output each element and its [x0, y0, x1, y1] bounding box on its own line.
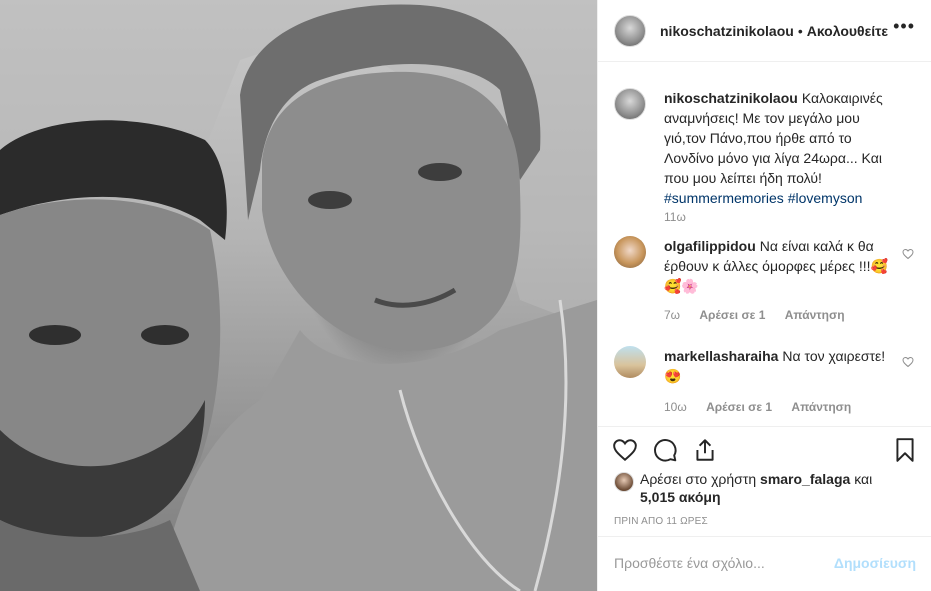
reply-button[interactable]: Απάντηση	[791, 400, 851, 414]
author-username[interactable]: nikoschatzinikolaou	[660, 23, 794, 39]
commenter-avatar[interactable]	[614, 346, 646, 378]
post-timestamp[interactable]: ΠΡΙΝ ΑΠΟ 11 ΩΡΕΣ	[614, 516, 708, 527]
likes-conj: και	[854, 471, 873, 487]
caption-avatar[interactable]	[614, 88, 646, 120]
comment-username[interactable]: markellasharaiha	[664, 348, 778, 364]
caption-username[interactable]: nikoschatzinikolaou	[664, 90, 798, 106]
likes-prefix: Αρέσει στο χρήστη	[640, 471, 757, 487]
comment-icon[interactable]	[652, 437, 678, 463]
comment-meta: 10ω Αρέσει σε 1 Απάντηση	[664, 400, 867, 414]
reply-button[interactable]: Απάντηση	[785, 308, 845, 322]
caption-time[interactable]: 11ω	[664, 210, 686, 224]
share-icon[interactable]	[692, 437, 718, 463]
author-avatar[interactable]	[614, 14, 646, 47]
post-comment-button[interactable]: Δημοσίευση	[834, 555, 916, 571]
comment-time[interactable]: 10ω	[664, 400, 687, 414]
following-label[interactable]: Ακολουθείτε	[807, 23, 888, 39]
comments-list[interactable]: nikoschatzinikolaou Καλοκαιρινές αναμνήσε…	[598, 62, 931, 426]
likes-count[interactable]: 5,015 ακόμη	[640, 489, 721, 505]
comment-username[interactable]: olgafilippidou	[664, 238, 756, 254]
likes-text: Αρέσει στο χρήστη smaro_falaga και 5,015…	[640, 470, 910, 506]
caption-meta: 11ω	[664, 210, 702, 224]
comment-likes[interactable]: Αρέσει σε 1	[699, 308, 765, 322]
heart-icon[interactable]	[612, 437, 638, 463]
header-separator: •	[797, 22, 803, 39]
photo-illustration	[0, 0, 597, 591]
post-sidebar: nikoschatzinikolaou • Ακολουθείτε ••• ni…	[597, 0, 931, 591]
post-photo[interactable]	[0, 0, 597, 591]
add-comment-section: Προσθέστε ένα σχόλιο... Δημοσίευση	[598, 536, 931, 591]
comment-input[interactable]: Προσθέστε ένα σχόλιο...	[614, 555, 765, 571]
comment-heart-icon[interactable]	[902, 356, 914, 368]
caption-body: nikoschatzinikolaou Καλοκαιρινές αναμνήσε…	[664, 88, 899, 208]
more-horizontal-icon[interactable]: •••	[893, 16, 915, 37]
comment-meta: 7ω Αρέσει σε 1 Απάντηση	[664, 308, 861, 322]
comment-body: olgafilippidou Να είναι καλά κ θα έρθουν …	[664, 236, 899, 296]
bookmark-icon[interactable]	[892, 437, 918, 463]
post-header: nikoschatzinikolaou • Ακολουθείτε	[598, 0, 931, 62]
hashtag-link[interactable]: #lovemyson	[788, 190, 863, 206]
liker-avatar[interactable]	[614, 472, 634, 492]
commenter-avatar[interactable]	[614, 236, 646, 268]
instagram-post: nikoschatzinikolaou • Ακολουθείτε ••• ni…	[0, 0, 931, 591]
liker-username[interactable]: smaro_falaga	[760, 471, 850, 487]
comment-body: markellasharaiha Να τον χαιρεστε!😍	[664, 346, 899, 386]
comment-time[interactable]: 7ω	[664, 308, 680, 322]
comment-heart-icon[interactable]	[902, 248, 914, 260]
hashtag-link[interactable]: #summermemories	[664, 190, 784, 206]
comment-likes[interactable]: Αρέσει σε 1	[706, 400, 772, 414]
